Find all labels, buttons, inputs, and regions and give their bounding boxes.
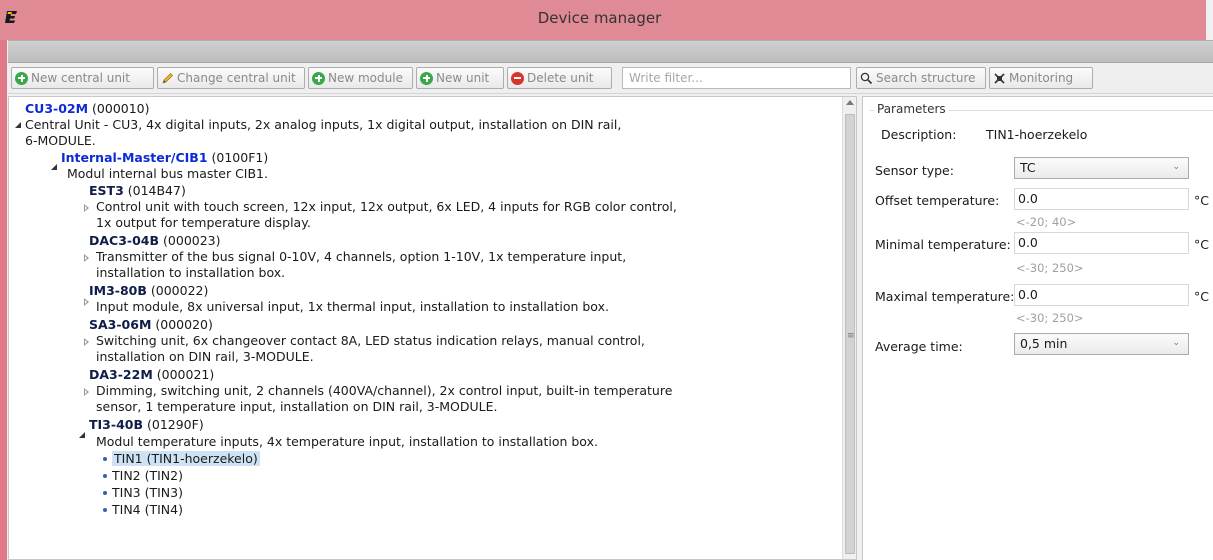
- new-module-button[interactable]: New module: [308, 67, 413, 89]
- bullet-icon: [103, 490, 107, 495]
- tree-node-description: 1x output for temperature display.: [96, 215, 311, 230]
- parameters-group-title: Parameters: [874, 102, 949, 116]
- maximal-range-hint: <-30; 250>: [1016, 311, 1084, 325]
- grip-icon: ≡: [847, 331, 855, 341]
- tree-node-module[interactable]: TI3-40B (01290F): [89, 417, 204, 433]
- device-tree[interactable]: CU3-02M (000010) Central Unit - CU3, 4x …: [8, 96, 857, 560]
- tree-node-description: 6-MODULE.: [25, 133, 96, 148]
- collapse-arrow-icon[interactable]: [84, 298, 89, 306]
- tree-node-module[interactable]: DAC3-04B (000023): [89, 233, 221, 249]
- expand-arrow-icon[interactable]: [79, 432, 85, 438]
- bullet-icon: [103, 473, 107, 478]
- collapse-arrow-icon[interactable]: [84, 204, 89, 212]
- parameters-panel: Parameters Description: TIN1-hoerzekelo …: [862, 96, 1213, 560]
- tree-node-description: Central Unit - CU3, 4x digital inputs, 2…: [25, 117, 622, 132]
- toolbar: New central unit Change central unit New…: [8, 64, 1213, 94]
- monitoring-button[interactable]: Monitoring: [989, 67, 1093, 89]
- add-icon: [420, 71, 433, 85]
- tree-node-module[interactable]: DA3-22M (000021): [89, 367, 214, 383]
- scroll-thumb[interactable]: ≡: [845, 114, 855, 554]
- offset-range-hint: <-20; 40>: [1016, 215, 1077, 229]
- sensor-type-select[interactable]: TC ⌄: [1014, 157, 1189, 179]
- tree-node-description: Dimming, switching unit, 2 channels (400…: [96, 383, 673, 398]
- bullet-icon: [103, 507, 107, 512]
- tree-node-description: Switching unit, 6x changeover contact 8A…: [96, 333, 645, 348]
- average-time-select[interactable]: 0,5 min ⌄: [1014, 333, 1189, 355]
- pencil-icon: [162, 72, 173, 83]
- add-icon: [15, 71, 28, 85]
- search-structure-button[interactable]: Search structure: [856, 67, 986, 89]
- minimal-range-hint: <-30; 250>: [1016, 261, 1084, 275]
- average-time-label: Average time:: [875, 339, 963, 354]
- tree-scrollbar[interactable]: ≡: [842, 97, 856, 559]
- delete-unit-button[interactable]: Delete unit: [507, 67, 612, 89]
- add-icon: [312, 71, 325, 85]
- tree-node-description: sensor, 1 temperature input, installatio…: [96, 399, 498, 414]
- title-bar: Device manager: [0, 0, 1206, 40]
- minimal-unit: °C: [1194, 237, 1209, 252]
- scroll-up-icon[interactable]: [846, 100, 854, 105]
- description-label: Description:: [881, 127, 957, 142]
- tree-node-description: installation to installation box.: [96, 265, 286, 280]
- offset-temperature-label: Offset temperature:: [875, 193, 1000, 208]
- tree-leaf-input[interactable]: TIN2 (TIN2): [103, 468, 183, 484]
- tree-leaf-input-selected[interactable]: TIN1 (TIN1-hoerzekelo): [103, 451, 260, 467]
- monitoring-icon: [994, 72, 1005, 84]
- expand-arrow-icon[interactable]: [15, 122, 21, 128]
- new-unit-button[interactable]: New unit: [416, 67, 504, 89]
- maximal-temperature-label: Maximal temperature:: [875, 289, 1015, 304]
- bullet-icon: [103, 456, 107, 461]
- sensor-type-label: Sensor type:: [875, 163, 954, 178]
- tree-node-description: Modul internal bus master CIB1.: [67, 166, 268, 181]
- tree-node-description: Modul temperature inputs, 4x temperature…: [96, 434, 598, 449]
- tree-node-description: Control unit with touch screen, 12x inpu…: [96, 199, 677, 214]
- change-central-unit-button[interactable]: Change central unit: [157, 67, 305, 89]
- maximal-temperature-input[interactable]: 0.0: [1014, 284, 1189, 306]
- ribbon-bar: [8, 40, 1213, 63]
- tree-node-module[interactable]: SA3-06M (000020): [89, 317, 213, 333]
- delete-icon: [511, 71, 524, 85]
- tree-node-description: installation on DIN rail, 3-MODULE.: [96, 349, 314, 364]
- minimal-temperature-label: Minimal temperature:: [875, 237, 1011, 252]
- filter-input[interactable]: [622, 67, 851, 89]
- chevron-down-icon: ⌄: [1172, 338, 1180, 348]
- collapse-arrow-icon[interactable]: [84, 388, 89, 396]
- tree-leaf-input[interactable]: TIN3 (TIN3): [103, 485, 183, 501]
- tree-node-module[interactable]: IM3-80B (000022): [89, 283, 208, 299]
- minimal-temperature-input[interactable]: 0.0: [1014, 232, 1189, 254]
- description-value: TIN1-hoerzekelo: [986, 127, 1088, 142]
- expand-arrow-icon[interactable]: [51, 164, 57, 170]
- new-central-unit-button[interactable]: New central unit: [11, 67, 154, 89]
- tree-node-module[interactable]: EST3 (014B47): [89, 183, 186, 199]
- tree-node-description: Input module, 8x universal input, 1x the…: [96, 299, 609, 314]
- tree-node-central-unit[interactable]: CU3-02M (000010): [25, 101, 150, 117]
- collapse-arrow-icon[interactable]: [84, 254, 89, 262]
- tree-node-description: Transmitter of the bus signal 0-10V, 4 c…: [96, 249, 627, 264]
- window-title: Device manager: [537, 9, 662, 27]
- chevron-down-icon: ⌄: [1172, 162, 1180, 172]
- offset-unit: °C: [1194, 193, 1209, 208]
- tree-node-cib[interactable]: Internal-Master/CIB1 (0100F1): [61, 150, 268, 166]
- search-structure-icon: [860, 72, 873, 84]
- collapse-arrow-icon[interactable]: [84, 338, 89, 346]
- offset-temperature-input[interactable]: 0.0: [1014, 188, 1189, 210]
- tree-leaf-input[interactable]: TIN4 (TIN4): [103, 502, 183, 518]
- maximal-unit: °C: [1194, 289, 1209, 304]
